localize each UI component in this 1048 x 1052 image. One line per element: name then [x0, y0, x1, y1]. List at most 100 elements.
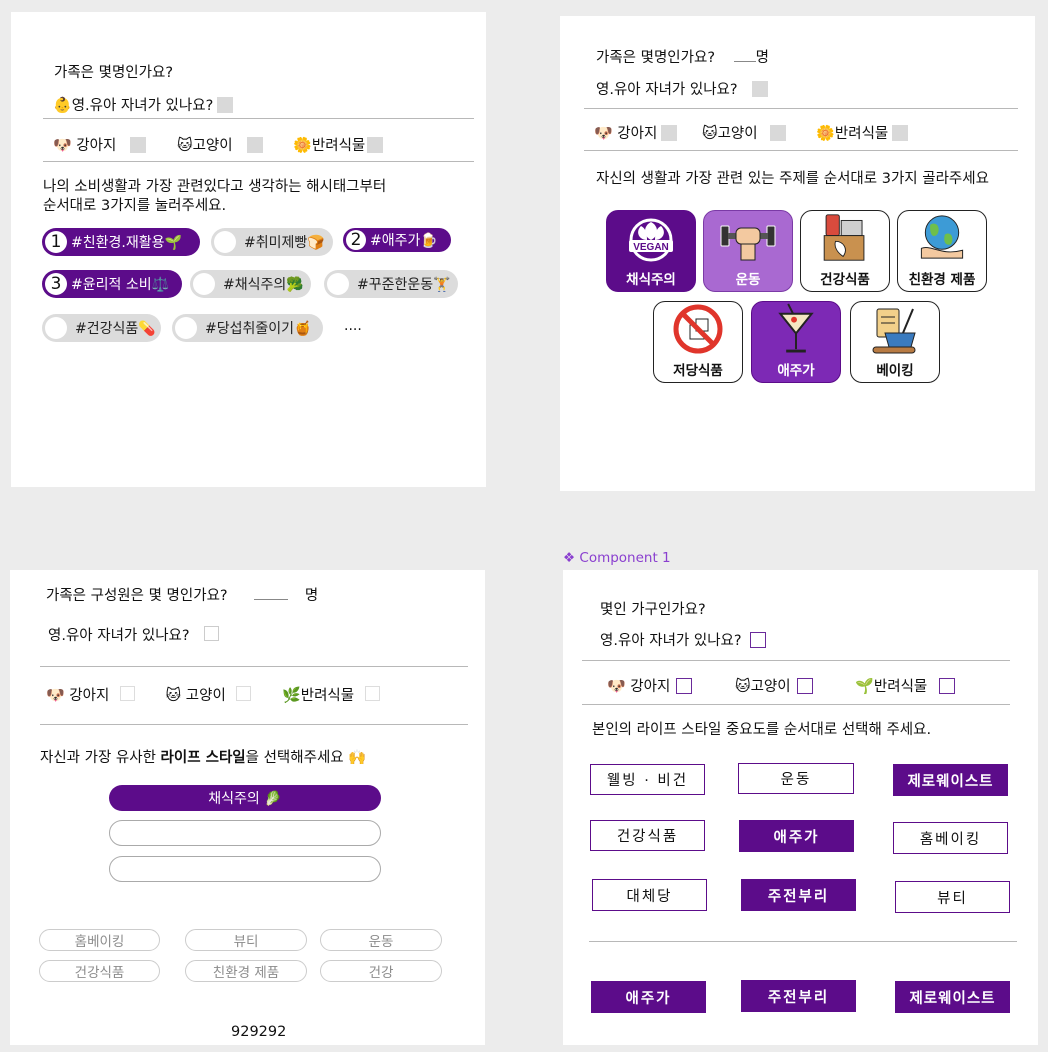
tag-chip[interactable]: #꾸준한운동🏋 — [324, 270, 458, 298]
ranked-slot-2[interactable] — [109, 820, 381, 846]
family-size-row: 가족은 구성원은 몇 명인가요? 명 — [46, 584, 318, 605]
card-label: 채식주의 — [626, 272, 676, 288]
instruction-line: 순서대로 3가지를 눌러주세요. — [43, 198, 227, 214]
cat-checkbox[interactable] — [246, 137, 263, 153]
family-size-question: 가족은 몇명인가요? — [596, 50, 716, 66]
flower-icon: 🌼 — [816, 124, 835, 142]
dog-checkbox[interactable] — [119, 686, 135, 701]
rank-badge: 3 — [45, 273, 67, 295]
selected-item-3[interactable]: 제로웨이스트 — [895, 981, 1010, 1013]
more-indicator[interactable]: .... — [344, 318, 362, 334]
lifestyle-option[interactable]: 주전부리 — [741, 879, 856, 911]
lifestyle-option[interactable]: 대체당 — [592, 879, 707, 911]
cat-icon: 🐱 — [734, 677, 751, 695]
pet-cat-label: 고양이 — [192, 138, 233, 154]
family-size-input[interactable] — [733, 49, 756, 62]
ranked-slot-3[interactable] — [109, 856, 381, 882]
dog-checkbox[interactable] — [130, 137, 147, 153]
plant-checkbox[interactable] — [364, 686, 380, 701]
lifestyle-option[interactable]: 건강 — [320, 960, 442, 982]
tag-label: #취미제빵🍞 — [244, 235, 325, 251]
ranked-slot-1[interactable]: 채식주의 🥬 — [109, 785, 381, 811]
kids-question-row: 영.유아 자녀가 있나요? — [600, 629, 766, 650]
divider — [584, 108, 1018, 109]
tag-chip[interactable]: #당섭취줄이기🍯 — [172, 314, 323, 342]
tag-chip[interactable]: #채식주의🥦 — [190, 270, 311, 298]
dog-icon: 🐶 — [53, 136, 72, 154]
kids-checkbox[interactable] — [751, 81, 768, 97]
dog-icon: 🐶 — [594, 124, 613, 142]
household-question: 몇인 가구인가요? — [600, 602, 706, 618]
pet-plant-label: 반려식물 — [300, 688, 355, 704]
tag-chip[interactable]: #취미제빵🍞 — [211, 228, 333, 256]
lifestyle-option[interactable]: 제로웨이스트 — [893, 764, 1008, 796]
rank-badge — [45, 317, 67, 339]
topic-card-health-food[interactable]: 건강식품 — [800, 210, 890, 292]
topic-card-cocktail[interactable]: 애주가 — [751, 301, 841, 383]
kids-checkbox[interactable] — [749, 632, 766, 648]
card-label: 친환경 제품 — [908, 272, 976, 288]
flower-icon: 🌼 — [293, 136, 312, 154]
pet-cat-label: 고양이 — [717, 126, 758, 142]
divider — [589, 941, 1017, 942]
pet-dog-label: 강아지 — [630, 679, 671, 695]
divider — [584, 150, 1018, 151]
topic-card-baking[interactable]: 베이킹 — [850, 301, 940, 383]
selected-item-1[interactable]: 애주가 — [591, 981, 706, 1013]
dog-icon: 🐶 — [607, 677, 626, 695]
instruction-emphasis: 라이프 스타일 — [160, 750, 246, 766]
plant-checkbox[interactable] — [939, 678, 956, 694]
selected-item-2[interactable]: 주전부리 — [741, 980, 856, 1012]
lifestyle-option[interactable]: 친환경 제품 — [185, 960, 307, 982]
cat-checkbox[interactable] — [796, 678, 813, 694]
lifestyle-option[interactable]: 뷰티 — [895, 881, 1010, 913]
tag-chip[interactable]: 3 #윤리적 소비⚖️ — [42, 270, 182, 298]
rank-badge: 1 — [45, 231, 67, 253]
cat-icon: 🐱 — [165, 686, 182, 704]
topic-card-eco[interactable]: 친환경 제품 — [897, 210, 987, 292]
rank-badge — [214, 231, 236, 253]
lifestyle-option[interactable]: 건강식품 — [590, 820, 705, 851]
no-sugar-icon — [673, 304, 723, 354]
family-size-input[interactable] — [254, 587, 289, 600]
tag-chip[interactable]: 2 #애주가🍺 — [343, 228, 451, 252]
divider — [582, 704, 1010, 705]
tag-chip[interactable]: 1 #친환경.재활용🌱 — [42, 228, 200, 256]
rank-badge — [327, 273, 349, 295]
instruction-text: 자신과 가장 유사한 — [40, 750, 161, 766]
instruction-line: 나의 소비생활과 가장 관련있다고 생각하는 해시태그부터 — [43, 179, 387, 195]
kids-checkbox[interactable] — [204, 626, 220, 641]
pet-row: 🐶 강아지 🐱고양이 🌼반려식물 — [53, 134, 384, 155]
pet-plant-label: 반려식물 — [834, 126, 889, 142]
tag-chip[interactable]: #건강식품💊 — [42, 314, 161, 342]
plant-checkbox[interactable] — [367, 137, 384, 153]
lifestyle-instruction: 자신과 가장 유사한 라이프 스타일을 선택해주세요 🙌 — [40, 746, 366, 767]
tag-label: #애주가🍺 — [370, 233, 438, 249]
instruction-text: 을 선택해주세요 🙌 — [245, 750, 367, 766]
dog-checkbox[interactable] — [676, 678, 693, 694]
cat-checkbox[interactable] — [236, 686, 252, 701]
dog-checkbox[interactable] — [661, 125, 678, 141]
lifestyle-option[interactable]: 운동 — [320, 929, 442, 951]
lifestyle-option[interactable]: 홈베이킹 — [39, 929, 160, 951]
cat-checkbox[interactable] — [769, 125, 786, 141]
lifestyle-option[interactable]: 홈베이킹 — [893, 822, 1008, 854]
lifestyle-instruction: 본인의 라이프 스타일 중요도를 순서대로 선택해 주세요. — [592, 722, 932, 738]
component-label: ❖ Component 1 — [563, 550, 671, 566]
lifestyle-option[interactable]: 운동 — [738, 763, 854, 794]
pet-plant-label: 반려식물 — [311, 138, 366, 154]
kids-checkbox[interactable] — [217, 97, 234, 113]
kids-question-label: 영.유아 자녀가 있나요? — [596, 82, 738, 98]
lifestyle-option[interactable]: 건강식품 — [39, 960, 160, 982]
topic-card-low-sugar[interactable]: 저당식품 — [653, 301, 743, 383]
lifestyle-option[interactable]: 뷰티 — [185, 929, 307, 951]
pet-row: 🐶 강아지 🐱고양이 🌱반려식물 — [607, 675, 956, 696]
topic-card-vegan[interactable]: VEGAN 채식주의 — [606, 210, 696, 292]
pet-plant-label: 반려식물 — [873, 679, 928, 695]
lifestyle-option[interactable]: 애주가 — [739, 820, 854, 852]
topic-card-fitness[interactable]: 운동 — [703, 210, 793, 292]
card-label: 애주가 — [777, 363, 815, 379]
plant-checkbox[interactable] — [892, 125, 909, 141]
pet-dog-label: 강아지 — [76, 138, 117, 154]
lifestyle-option[interactable]: 웰빙 · 비건 — [590, 764, 705, 795]
